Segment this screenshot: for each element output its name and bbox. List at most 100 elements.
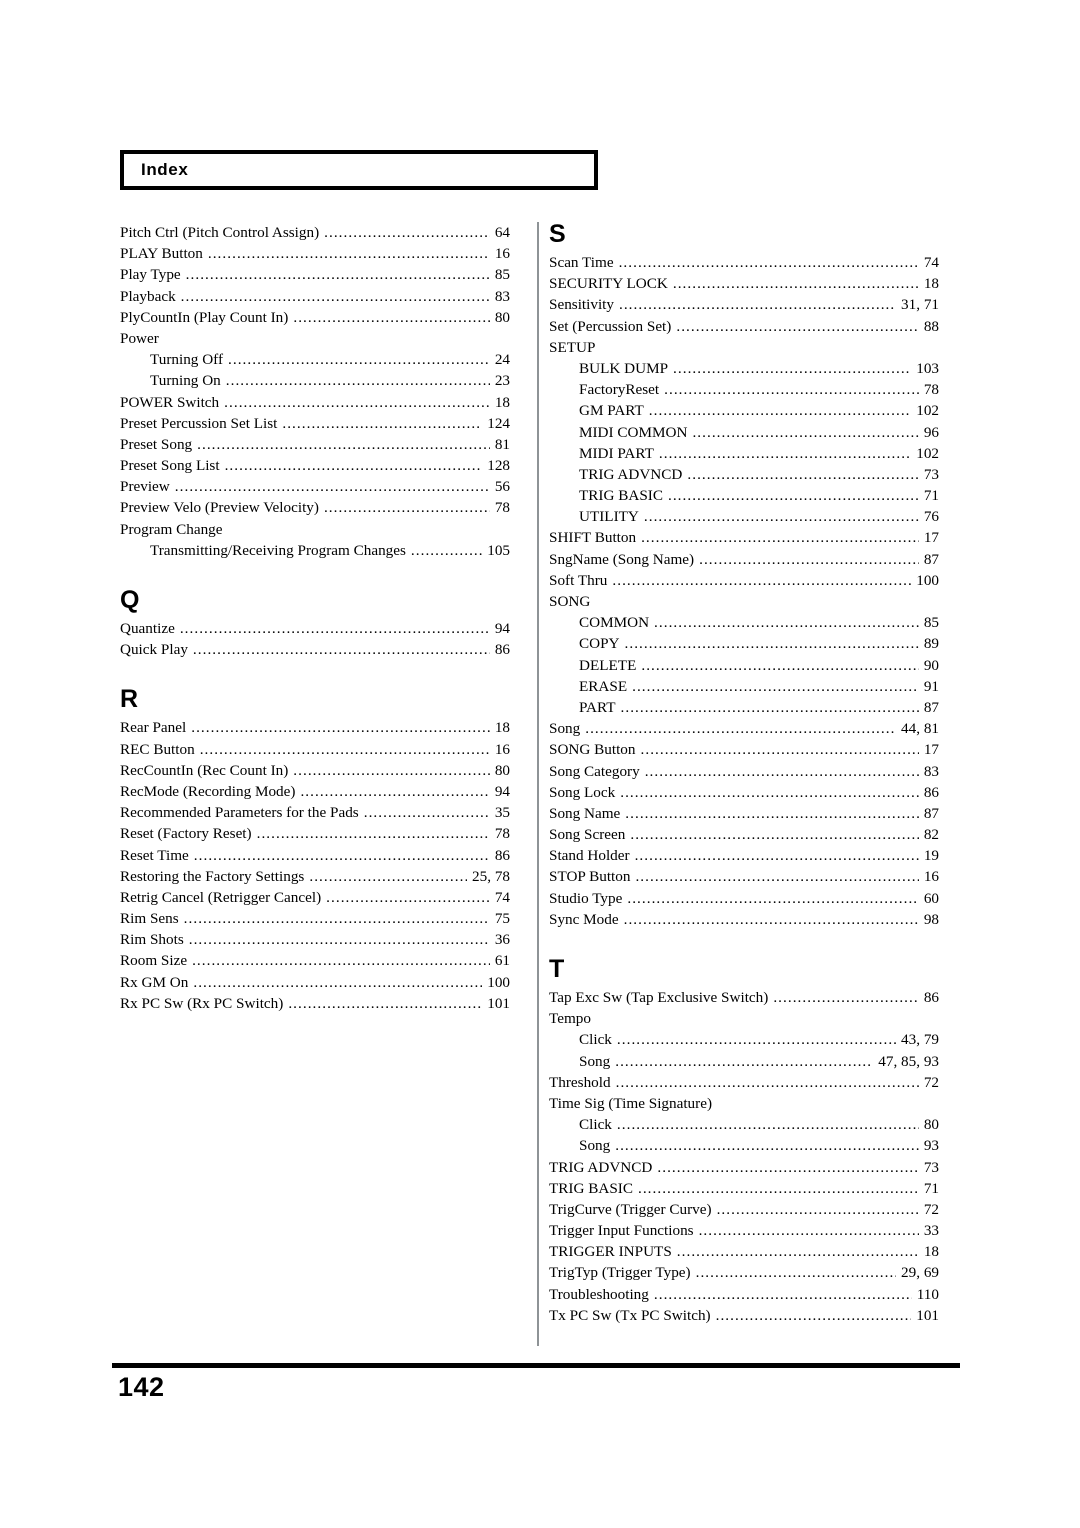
index-entry[interactable]: Threshold 72 <box>549 1072 939 1093</box>
index-entry[interactable]: SngName (Song Name) 87 <box>549 549 939 570</box>
index-entry[interactable]: Quick Play 86 <box>120 639 510 660</box>
index-entry[interactable]: RecMode (Recording Mode) 94 <box>120 781 510 802</box>
index-entry-term: Quick Play <box>120 641 188 659</box>
index-entry[interactable]: MIDI COMMON 96 <box>549 422 939 443</box>
index-entry-leader-dots <box>194 848 490 863</box>
index-entry[interactable]: Click 43, 79 <box>549 1029 939 1050</box>
index-entry-term: COMMON <box>579 614 650 632</box>
index-entry[interactable]: Play Type 85 <box>120 264 510 285</box>
index-entry-page-number: 86 <box>923 989 939 1006</box>
index-entry[interactable]: Song Screen 82 <box>549 824 939 845</box>
index-entry[interactable]: Preset Percussion Set List 124 <box>120 413 510 434</box>
index-entry[interactable]: Soft Thru 100 <box>549 570 939 591</box>
index-entry[interactable]: SHIFT Button 17 <box>549 527 939 548</box>
index-entry[interactable]: DELETE 90 <box>549 655 939 676</box>
index-entry[interactable]: Rx PC Sw (Rx PC Switch) 101 <box>120 993 510 1014</box>
index-entry-page-number: 102 <box>916 402 939 420</box>
index-entry-term: TRIG ADVNCD <box>549 1158 653 1176</box>
index-entry[interactable]: GM PART 102 <box>549 400 939 421</box>
index-entry[interactable]: Sync Mode 98 <box>549 909 939 930</box>
index-entry-page-number: 29, 69 <box>901 1264 939 1282</box>
index-entry-leader-dots <box>676 319 918 334</box>
index-entry[interactable]: SECURITY LOCK 18 <box>549 273 939 294</box>
index-entry[interactable]: Quantize 94 <box>120 618 510 639</box>
index-entry[interactable]: Song Name 87 <box>549 803 939 824</box>
index-entry-leader-dots <box>620 785 919 800</box>
index-entry[interactable]: Rim Sens 75 <box>120 908 510 929</box>
index-entry[interactable]: Studio Type 60 <box>549 888 939 909</box>
index-entry[interactable]: Program Change <box>120 519 510 540</box>
index-entry-page-number: 100 <box>487 973 510 991</box>
index-entry[interactable]: PLAY Button 16 <box>120 243 510 264</box>
index-entry[interactable]: COPY 89 <box>549 633 939 654</box>
index-entry[interactable]: TRIG BASIC 71 <box>549 1178 939 1199</box>
index-entry-leader-dots <box>282 416 482 431</box>
index-entry[interactable]: COMMON 85 <box>549 612 939 633</box>
index-entry[interactable]: Reset Time 86 <box>120 845 510 866</box>
index-entry[interactable]: Transmitting/Receiving Program Changes 10… <box>120 540 510 561</box>
index-entry[interactable]: TrigCurve (Trigger Curve) 72 <box>549 1199 939 1220</box>
index-entry[interactable]: Tx PC Sw (Tx PC Switch) 101 <box>549 1305 939 1326</box>
index-entry[interactable]: Pitch Ctrl (Pitch Control Assign) 64 <box>120 222 510 243</box>
index-entry[interactable]: Preview Velo (Preview Velocity) 78 <box>120 497 510 518</box>
index-entry[interactable]: Set (Percussion Set) 88 <box>549 316 939 337</box>
index-entry[interactable]: TrigTyp (Trigger Type) 29, 69 <box>549 1262 939 1283</box>
index-entry-leader-dots <box>625 636 919 651</box>
index-entry[interactable]: Rim Shots 36 <box>120 929 510 950</box>
index-entry[interactable]: Stand Holder 19 <box>549 845 939 866</box>
index-entry[interactable]: ERASE 91 <box>549 676 939 697</box>
index-entry[interactable]: REC Button 16 <box>120 739 510 760</box>
index-entry[interactable]: Song 93 <box>549 1135 939 1156</box>
index-entry[interactable]: Playback 83 <box>120 286 510 307</box>
index-entry[interactable]: SETUP <box>549 337 939 358</box>
index-entry[interactable]: TRIG ADVNCD 73 <box>549 1157 939 1178</box>
index-entry[interactable]: Turning Off 24 <box>120 349 510 370</box>
index-entry[interactable]: POWER Switch 18 <box>120 392 510 413</box>
index-entry-term: PlyCountIn (Play Count In) <box>120 308 289 326</box>
index-entry[interactable]: Recommended Parameters for the Pads 35 <box>120 802 510 823</box>
index-entry[interactable]: SONG Button 17 <box>549 739 939 760</box>
index-entry[interactable]: Rear Panel 18 <box>120 717 510 738</box>
index-entry[interactable]: Song Lock 86 <box>549 782 939 803</box>
index-entry[interactable]: Click 80 <box>549 1114 939 1135</box>
index-entry[interactable]: Tap Exc Sw (Tap Exclusive Switch) 86 <box>549 987 939 1008</box>
index-entry[interactable]: Turning On 23 <box>120 370 510 391</box>
index-entry-leader-dots <box>324 225 490 240</box>
index-entry-leader-dots <box>654 1287 912 1302</box>
index-entry[interactable]: Time Sig (Time Signature) <box>549 1093 939 1114</box>
index-entry[interactable]: Preset Song List 128 <box>120 455 510 476</box>
index-entry-leader-dots <box>293 310 489 325</box>
index-entry[interactable]: TRIGGER INPUTS 18 <box>549 1241 939 1262</box>
index-entry[interactable]: Song 47, 85, 93 <box>549 1051 939 1072</box>
index-entry[interactable]: Retrig Cancel (Retrigger Cancel) 74 <box>120 887 510 908</box>
index-entry[interactable]: RecCountIn (Rec Count In) 80 <box>120 760 510 781</box>
index-entry[interactable]: Preset Song 81 <box>120 434 510 455</box>
index-entry[interactable]: STOP Button 16 <box>549 866 939 887</box>
index-entry[interactable]: Sensitivity 31, 71 <box>549 294 939 315</box>
index-entry[interactable]: FactoryReset 78 <box>549 379 939 400</box>
index-entry[interactable]: Restoring the Factory Settings 25, 78 <box>120 866 510 887</box>
index-entry[interactable]: Song 44, 81 <box>549 718 939 739</box>
index-entry[interactable]: Troubleshooting 110 <box>549 1284 939 1305</box>
index-entry[interactable]: Scan Time 74 <box>549 252 939 273</box>
index-entry[interactable]: PART 87 <box>549 697 939 718</box>
index-entry[interactable]: Room Size 61 <box>120 950 510 971</box>
index-entry[interactable]: Power <box>120 328 510 349</box>
index-entry[interactable]: UTILITY 76 <box>549 506 939 527</box>
index-entry[interactable]: Rx GM On 100 <box>120 972 510 993</box>
index-entry[interactable]: Song Category 83 <box>549 761 939 782</box>
index-entry-leader-dots <box>180 621 490 636</box>
index-entry[interactable]: SONG <box>549 591 939 612</box>
index-entry-page-number: 82 <box>923 826 939 844</box>
index-entry[interactable]: MIDI PART 102 <box>549 443 939 464</box>
index-entry[interactable]: BULK DUMP 103 <box>549 358 939 379</box>
index-entry-term: Playback <box>120 287 176 305</box>
index-entry[interactable]: Preview 56 <box>120 476 510 497</box>
index-entry[interactable]: Trigger Input Functions 33 <box>549 1220 939 1241</box>
index-entry[interactable]: PlyCountIn (Play Count In) 80 <box>120 307 510 328</box>
section-letter-heading: T <box>549 955 565 983</box>
index-entry[interactable]: Reset (Factory Reset) 78 <box>120 823 510 844</box>
index-entry[interactable]: Tempo <box>549 1008 939 1029</box>
index-entry[interactable]: TRIG ADVNCD 73 <box>549 464 939 485</box>
index-entry[interactable]: TRIG BASIC 71 <box>549 485 939 506</box>
